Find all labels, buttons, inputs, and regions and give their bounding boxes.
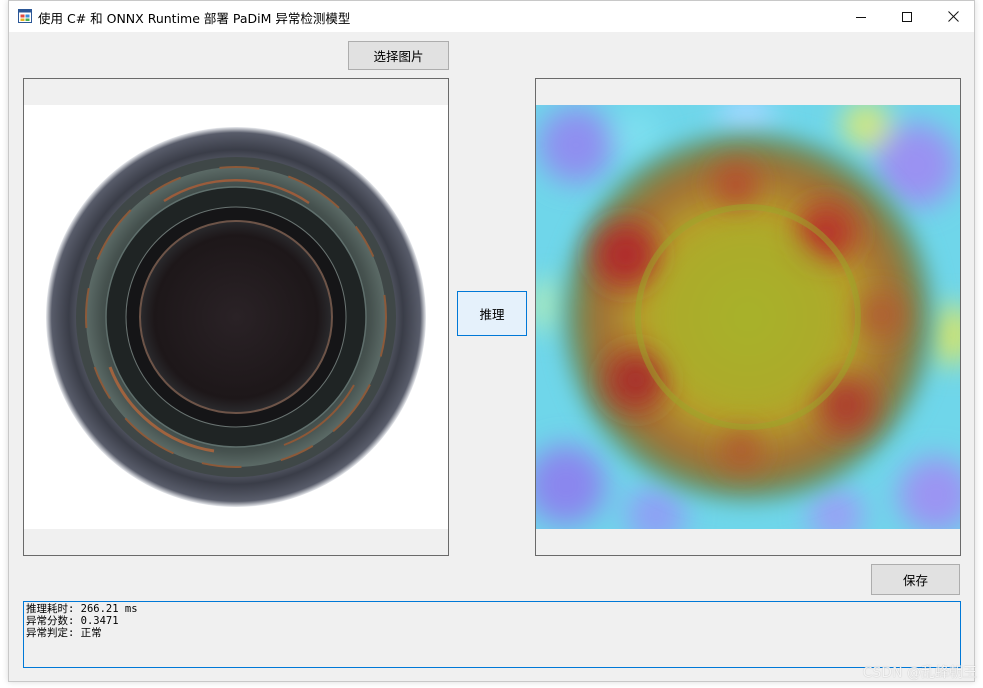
app-window: 使用 C# 和 ONNX Runtime 部署 PaDiM 异常检测模型 选择图… xyxy=(8,0,975,682)
minimize-icon xyxy=(856,16,866,18)
source-image-box xyxy=(23,78,449,556)
minimize-button[interactable] xyxy=(838,1,884,32)
close-icon xyxy=(947,11,959,22)
output-line-score: 异常分数: 0.3471 xyxy=(26,615,119,627)
app-icon xyxy=(18,9,32,23)
close-button[interactable] xyxy=(930,1,976,32)
title-bar[interactable]: 使用 C# 和 ONNX Runtime 部署 PaDiM 异常检测模型 xyxy=(9,1,974,32)
anomaly-heatmap xyxy=(536,92,960,545)
window-title: 使用 C# 和 ONNX Runtime 部署 PaDiM 异常检测模型 xyxy=(38,11,351,26)
watermark: CSDN @乱蜂朝王 xyxy=(862,665,977,681)
output-line-time: 推理耗时: 266.21 ms xyxy=(26,603,138,615)
infer-button[interactable]: 推理 xyxy=(457,291,527,336)
save-button[interactable]: 保存 xyxy=(871,564,960,595)
source-image xyxy=(24,105,448,529)
select-image-button[interactable]: 选择图片 xyxy=(348,41,449,70)
background-editor-left xyxy=(0,0,8,688)
output-textbox[interactable]: 推理耗时: 266.21 ms 异常分数: 0.3471 异常判定: 正常 xyxy=(23,601,961,668)
heatmap-image-box xyxy=(535,78,961,556)
background-editor-right xyxy=(975,0,983,688)
maximize-icon xyxy=(902,11,912,22)
maximize-button[interactable] xyxy=(884,1,930,32)
output-line-result: 异常判定: 正常 xyxy=(26,627,102,639)
